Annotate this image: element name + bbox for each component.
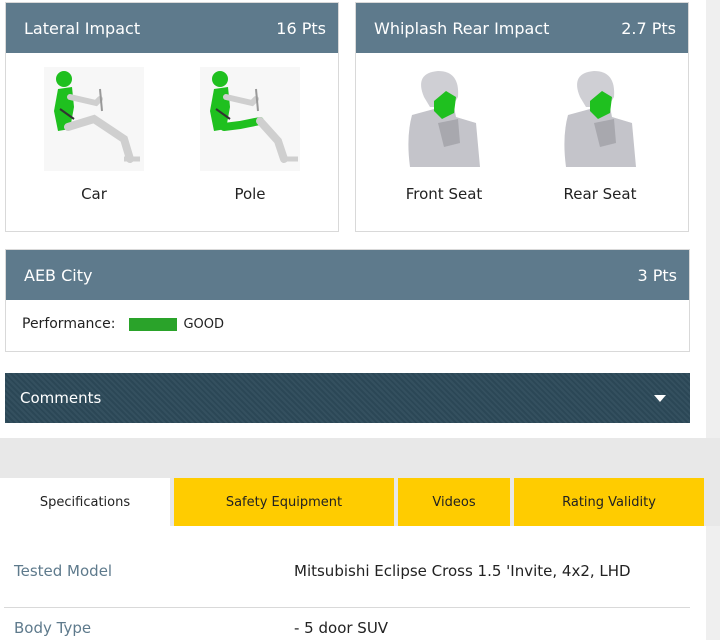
performance-label: Performance: (22, 316, 116, 332)
lateral-car-figure: Car (34, 53, 154, 203)
lateral-impact-title: Lateral Impact (24, 18, 141, 38)
spec-row-body-type: Body Type - 5 door SUV (4, 607, 690, 640)
aeb-city-card: AEB City 3 Pts Performance: GOOD (5, 249, 690, 352)
aeb-city-header: AEB City 3 Pts (6, 250, 689, 300)
scroll-gutter (706, 0, 720, 438)
scroll-gutter (706, 526, 720, 640)
whiplash-card: Whiplash Rear Impact 2.7 Pts Front Seat … (355, 2, 689, 232)
front-seat-figure: Front Seat (384, 53, 504, 203)
spec-row-tested-model: Tested Model Mitsubishi Eclipse Cross 1.… (0, 550, 690, 592)
performance-bar (129, 317, 178, 331)
spec-tabs: Specifications Safety Equipment Videos R… (0, 478, 706, 526)
rear-seat-figure: Rear Seat (540, 53, 660, 203)
lateral-impact-card: Lateral Impact 16 Pts Car Pole (5, 2, 339, 232)
figure-label: Pole (234, 185, 266, 203)
lateral-impact-points: 16 Pts (276, 18, 326, 38)
seat-headrest-icon (394, 67, 494, 171)
aeb-city-title: AEB City (24, 265, 93, 285)
performance-row: Performance: GOOD (6, 300, 689, 348)
lateral-pole-figure: Pole (190, 53, 310, 203)
comments-label: Comments (20, 389, 102, 407)
whiplash-header: Whiplash Rear Impact 2.7 Pts (356, 3, 688, 53)
spec-key: Body Type (14, 618, 92, 637)
crash-dummy-icon (44, 67, 144, 171)
spec-key: Tested Model (14, 562, 113, 580)
figure-label: Rear Seat (563, 185, 637, 203)
spec-value: - 5 door SUV (294, 618, 389, 637)
whiplash-title: Whiplash Rear Impact (374, 18, 550, 38)
figure-label: Front Seat (405, 185, 483, 203)
aeb-city-points: 3 Pts (637, 265, 677, 285)
spec-value: Mitsubishi Eclipse Cross 1.5 'Invite, 4x… (294, 562, 631, 580)
comments-toggle[interactable]: Comments (5, 373, 690, 423)
tab-videos[interactable]: Videos (398, 478, 510, 526)
tab-rating-validity[interactable]: Rating Validity (514, 478, 704, 526)
whiplash-points: 2.7 Pts (621, 18, 676, 38)
seat-headrest-icon (550, 67, 650, 171)
figure-label: Car (81, 185, 107, 203)
chevron-down-icon[interactable] (654, 394, 666, 402)
crash-dummy-icon (200, 67, 300, 171)
lateral-impact-header: Lateral Impact 16 Pts (6, 3, 338, 53)
tab-specifications[interactable]: Specifications (0, 478, 170, 526)
performance-value: GOOD (183, 316, 224, 332)
tab-safety-equipment[interactable]: Safety Equipment (174, 478, 394, 526)
